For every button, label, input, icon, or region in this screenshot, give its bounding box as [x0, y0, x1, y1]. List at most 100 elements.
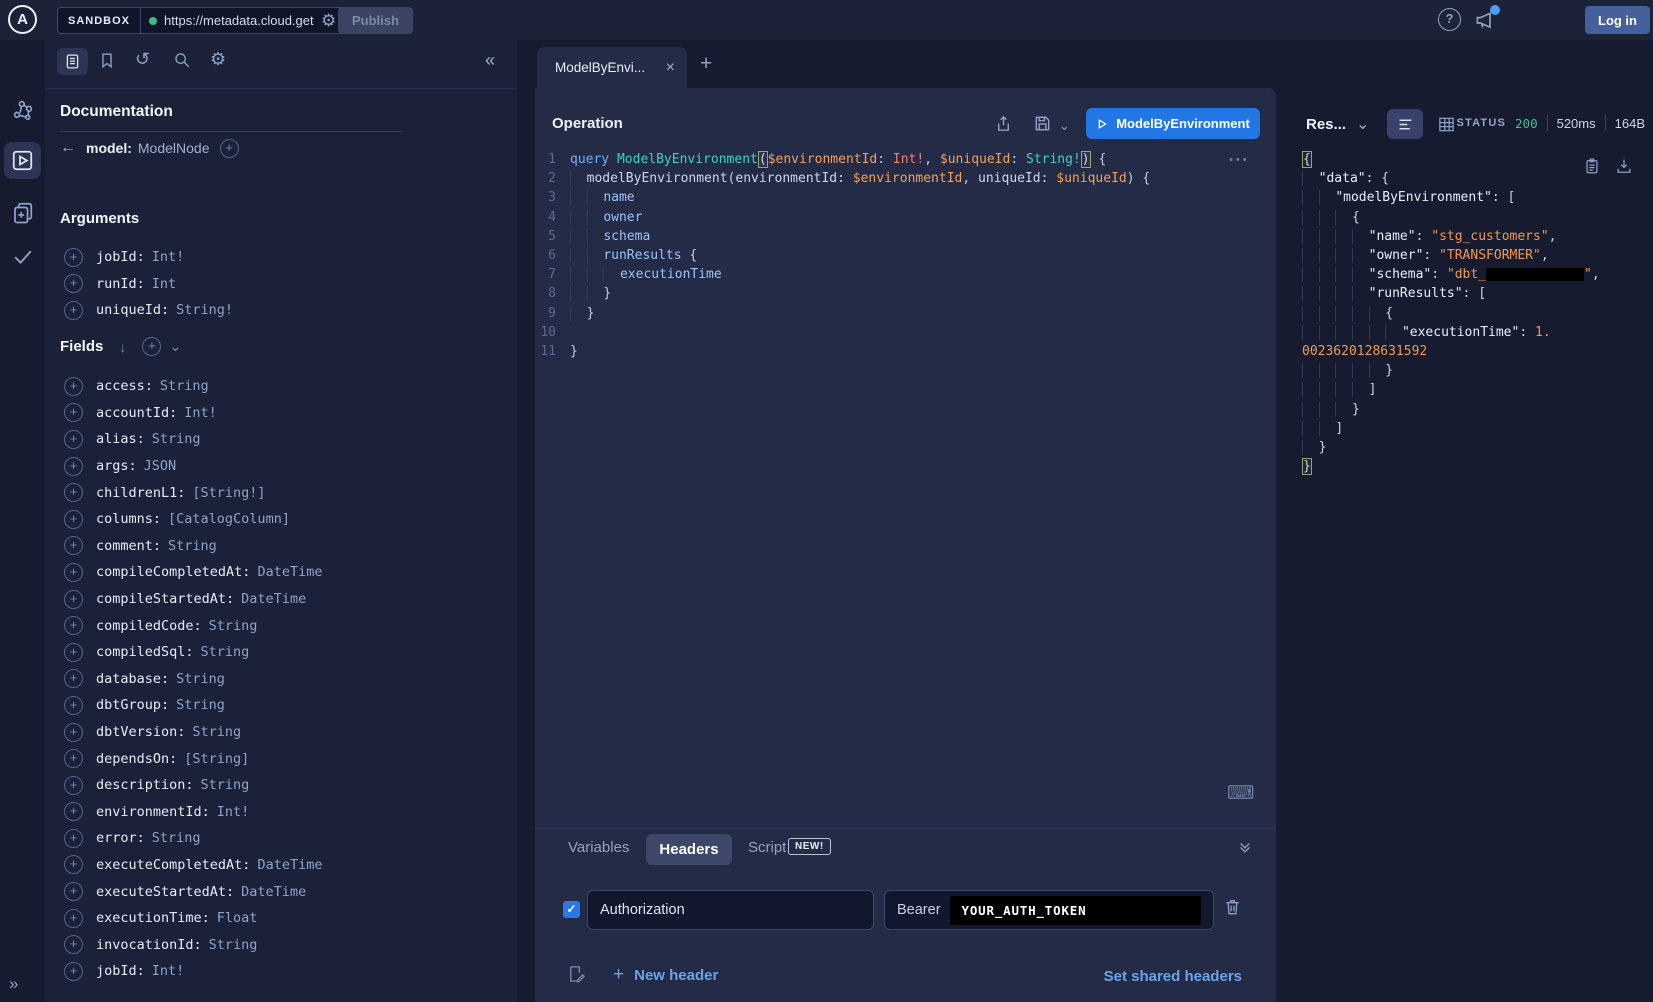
field-row[interactable]: +description:String [45, 772, 517, 799]
field-type[interactable]: String [152, 431, 201, 447]
edit-as-text-icon[interactable] [567, 964, 586, 984]
tab-headers[interactable]: Headers [646, 834, 732, 865]
code-line[interactable]: 2 modelByEnvironment(environmentId: $env… [535, 169, 1260, 188]
field-type[interactable]: String [192, 724, 241, 740]
schema-graph-icon[interactable] [0, 98, 45, 122]
keyboard-shortcuts-icon[interactable]: ⌨ [1227, 782, 1254, 805]
settings-gear-icon[interactable]: ⚙ [210, 49, 226, 70]
field-name[interactable]: compileCompletedAt: [96, 564, 250, 580]
header-enabled-checkbox[interactable]: ✓ [563, 901, 580, 918]
field-type[interactable]: String [176, 697, 225, 713]
add-to-query-icon[interactable]: + [64, 510, 83, 529]
field-row[interactable]: +dbtVersion:String [45, 719, 517, 746]
operation-collections-icon[interactable] [0, 200, 45, 225]
checks-icon[interactable] [0, 244, 45, 268]
endpoint-url[interactable]: https://metadata.cloud.getd [164, 13, 314, 28]
field-type[interactable]: Int! [152, 249, 185, 265]
code-line[interactable]: 1query ModelByEnvironment($environmentId… [535, 150, 1260, 169]
field-name[interactable]: compiledSql: [96, 644, 194, 660]
field-type[interactable]: String [201, 644, 250, 660]
field-name[interactable]: args: [96, 458, 137, 474]
field-row[interactable]: +uniqueId:String! [45, 297, 517, 324]
search-icon[interactable] [173, 51, 191, 69]
field-type[interactable]: String [201, 777, 250, 793]
add-to-query-icon[interactable]: + [64, 829, 83, 848]
close-tab-icon[interactable]: × [666, 59, 675, 77]
field-row[interactable]: +runId:Int [45, 271, 517, 298]
endpoint-url-segment[interactable]: https://metadata.cloud.getd ⚙ [141, 8, 349, 33]
field-type[interactable]: DateTime [241, 884, 306, 900]
field-type[interactable]: String [152, 830, 201, 846]
code-line[interactable]: 10 [535, 323, 1260, 342]
code-line[interactable]: 11} [535, 342, 1260, 361]
field-name[interactable]: uniqueId: [96, 302, 169, 318]
add-to-query-icon[interactable]: + [64, 909, 83, 928]
table-view-toggle-icon[interactable] [1437, 115, 1456, 134]
code-line[interactable]: 4 owner [535, 208, 1260, 227]
field-row[interactable]: + compiledSql: String [45, 639, 517, 666]
code-line[interactable]: 7 executionTime [535, 265, 1260, 284]
auth-token-value[interactable]: YOUR_AUTH_TOKEN [950, 896, 1201, 925]
response-json[interactable]: { "data": { "modelByEnvironment": [ { "n… [1302, 150, 1653, 476]
field-type[interactable]: String [160, 378, 209, 394]
endpoint-control[interactable]: SANDBOX https://metadata.cloud.getd ⚙ [57, 7, 350, 34]
field-name[interactable]: environmentId: [96, 804, 210, 820]
code-line[interactable]: 6 runResults { [535, 246, 1260, 265]
new-tab-icon[interactable]: + [700, 52, 712, 76]
add-to-query-icon[interactable]: + [64, 723, 83, 742]
field-row[interactable]: +invocationId:String [45, 931, 517, 958]
field-name[interactable]: description: [96, 777, 194, 793]
add-to-query-icon[interactable]: + [64, 802, 83, 821]
run-operation-button[interactable]: ModelByEnvironment [1086, 108, 1260, 139]
add-to-query-icon[interactable]: + [64, 430, 83, 449]
field-type[interactable]: [CatalogColumn] [168, 511, 290, 527]
field-name[interactable]: compileStartedAt: [96, 591, 234, 607]
save-dropdown-chevron-icon[interactable]: ⌄ [1059, 118, 1070, 134]
field-name[interactable]: executeStartedAt: [96, 884, 234, 900]
field-name[interactable]: dependsOn: [96, 751, 177, 767]
field-row[interactable]: +error:String [45, 825, 517, 852]
add-to-query-icon[interactable]: + [64, 749, 83, 768]
new-header-button[interactable]: + New header [613, 964, 718, 986]
field-row[interactable]: +dbtGroup:String [45, 692, 517, 719]
field-name[interactable]: access: [96, 378, 153, 394]
add-to-query-icon[interactable]: + [64, 483, 83, 502]
add-to-query-icon[interactable]: + [64, 590, 83, 609]
field-type[interactable]: DateTime [257, 857, 322, 873]
operation-tab[interactable]: ModelByEnvi... × [537, 47, 687, 88]
add-to-query-icon[interactable]: + [64, 377, 83, 396]
login-button[interactable]: Log in [1585, 6, 1650, 34]
chevron-down-icon[interactable]: ⌄ [169, 338, 181, 355]
response-title[interactable]: Res... [1306, 116, 1346, 133]
field-row[interactable]: + access: String [45, 373, 517, 400]
field-name[interactable]: executionTime: [96, 910, 210, 926]
field-name[interactable]: childrenL1: [96, 485, 185, 501]
field-type[interactable]: String [209, 937, 258, 953]
set-shared-headers-link[interactable]: Set shared headers [1104, 968, 1242, 985]
add-field-icon[interactable]: + [220, 139, 239, 158]
add-to-query-icon[interactable]: + [64, 696, 83, 715]
field-name[interactable]: database: [96, 671, 169, 687]
save-icon[interactable] [1033, 114, 1052, 133]
sort-down-icon[interactable]: ↓ [119, 339, 126, 355]
field-row[interactable]: +jobId:Int! [45, 958, 517, 985]
endpoint-settings-gear-icon[interactable]: ⚙ [321, 11, 336, 31]
sandbox-badge[interactable]: SANDBOX [58, 8, 141, 33]
field-name[interactable]: accountId: [96, 405, 177, 421]
add-to-query-icon[interactable]: + [64, 248, 83, 267]
field-name[interactable]: runId: [96, 276, 145, 292]
field-name[interactable]: jobId: [96, 963, 145, 979]
field-row[interactable]: +database:String [45, 666, 517, 693]
add-all-fields-icon[interactable]: + [142, 337, 161, 356]
field-name[interactable]: alias: [96, 431, 145, 447]
add-to-query-icon[interactable]: + [64, 643, 83, 662]
field-row[interactable]: + jobId: Int! [45, 244, 517, 271]
collapse-bottom-panel-icon[interactable] [1237, 838, 1253, 856]
code-line[interactable]: 3 name [535, 188, 1260, 207]
response-dropdown-chevron-icon[interactable]: ⌄ [1356, 114, 1369, 134]
field-row[interactable]: +comment:String [45, 533, 517, 560]
field-row[interactable]: +executeCompletedAt:DateTime [45, 852, 517, 879]
field-name[interactable]: jobId: [96, 249, 145, 265]
formatted-view-toggle-icon[interactable] [1387, 109, 1423, 139]
delete-header-trash-icon[interactable] [1223, 897, 1242, 917]
